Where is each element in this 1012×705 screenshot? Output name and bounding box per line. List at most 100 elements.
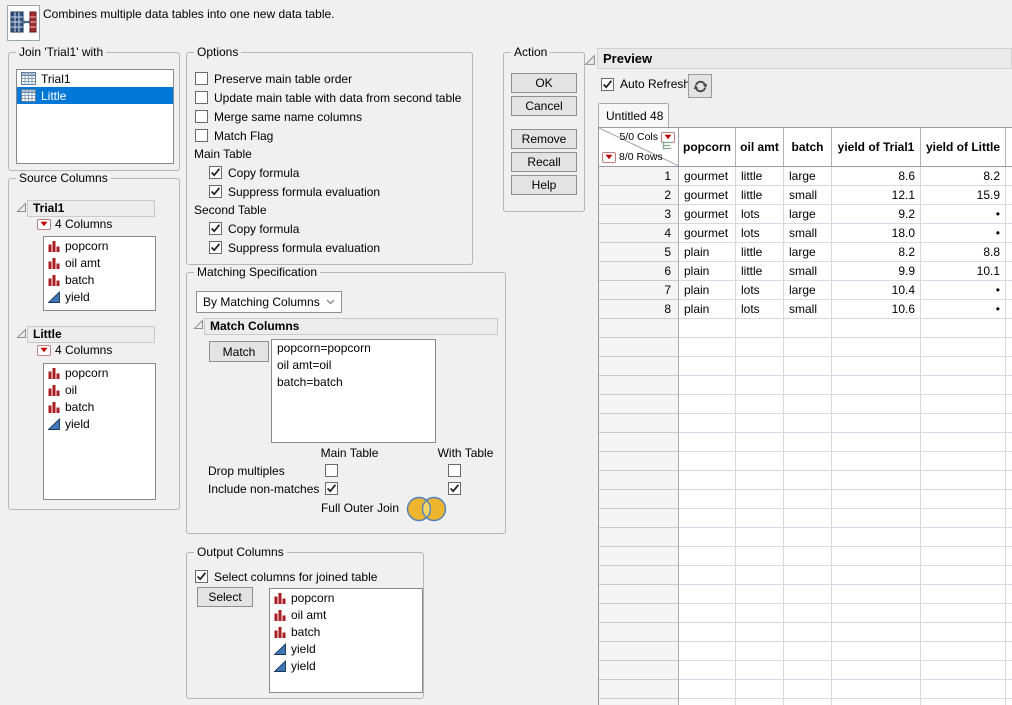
join-table-item[interactable]: Little <box>17 87 173 104</box>
table-cell: gourmet <box>679 167 736 186</box>
join-tables-icon-button[interactable] <box>7 5 40 41</box>
table-row-empty <box>599 490 1012 509</box>
table-cell <box>736 338 784 357</box>
column-name: popcorn <box>65 366 108 380</box>
option-checkbox[interactable] <box>209 185 222 198</box>
disclosure-triangle-icon[interactable] <box>16 202 27 213</box>
preview-column-header[interactable]: batch <box>784 128 832 166</box>
option-checkbox[interactable] <box>195 110 208 123</box>
table-cell: 9.2 <box>832 205 921 224</box>
preview-column-header[interactable]: yield of Little <box>921 128 1006 166</box>
source-columns-legend: Source Columns <box>16 171 111 185</box>
disclosure-triangle-icon[interactable] <box>16 328 27 339</box>
source-column-item[interactable]: batch <box>44 398 155 415</box>
table-cell <box>679 585 736 604</box>
source-column-item[interactable]: batch <box>44 271 155 288</box>
join-tables-icon <box>10 10 37 36</box>
source-column-item[interactable]: popcorn <box>44 364 155 381</box>
cancel-button[interactable]: Cancel <box>511 96 577 116</box>
match-pair-item[interactable]: batch=batch <box>272 374 435 391</box>
table-cell <box>736 357 784 376</box>
output-column-item[interactable]: yield <box>270 640 422 657</box>
check-mark <box>196 571 207 582</box>
source-column-item[interactable]: oil <box>44 381 155 398</box>
auto-refresh-row: Auto Refresh <box>601 77 690 91</box>
table-cell <box>784 319 832 338</box>
match-button[interactable]: Match <box>209 341 269 362</box>
table-cell <box>736 680 784 699</box>
refresh-button[interactable] <box>688 74 712 98</box>
output-columns-listbox: popcornoil amtbatchyieldyield <box>269 588 423 693</box>
match-with-checkbox[interactable] <box>448 482 461 495</box>
table-cell <box>921 680 1006 699</box>
red-menu-icon[interactable] <box>37 345 51 356</box>
source-column-item[interactable]: yield <box>44 288 155 305</box>
match-pair-item[interactable]: popcorn=popcorn <box>272 340 435 357</box>
source-column-item[interactable]: yield <box>44 415 155 432</box>
option-checkbox[interactable] <box>209 241 222 254</box>
help-button[interactable]: Help <box>511 175 577 195</box>
preview-column-header[interactable]: yield of Trial1 <box>832 128 921 166</box>
column-count-label: 4 Columns <box>55 343 112 357</box>
table-cell <box>736 604 784 623</box>
option-checkbox[interactable] <box>195 129 208 142</box>
table-cell <box>784 338 832 357</box>
option-checkbox[interactable] <box>195 91 208 104</box>
row-number-cell <box>599 433 679 452</box>
table-cell <box>784 642 832 661</box>
source-table-header[interactable]: Little <box>27 326 155 343</box>
preview-column-header[interactable]: popcorn <box>679 128 736 166</box>
source-column-item[interactable]: popcorn <box>44 237 155 254</box>
continuous-column-icon <box>48 291 60 303</box>
preview-tab[interactable]: Untitled 48 <box>598 103 669 127</box>
recall-button[interactable]: Recall <box>511 152 577 172</box>
table-cell <box>832 471 921 490</box>
preview-title-bar[interactable]: Preview <box>597 48 1012 69</box>
table-cell <box>784 585 832 604</box>
table-cell <box>832 433 921 452</box>
output-column-item[interactable]: batch <box>270 623 422 640</box>
check-mark <box>449 483 460 494</box>
output-column-item[interactable]: yield <box>270 657 422 674</box>
source-table-header[interactable]: Trial1 <box>27 200 155 217</box>
source-column-item[interactable]: oil amt <box>44 254 155 271</box>
match-main-checkbox[interactable] <box>325 482 338 495</box>
row-number-cell: 2 <box>599 186 679 205</box>
check-mark <box>210 167 221 178</box>
refresh-icon <box>693 79 708 94</box>
table-cell <box>921 642 1006 661</box>
select-columns-checkbox[interactable] <box>195 570 208 583</box>
match-pair-item[interactable]: oil amt=oil <box>272 357 435 374</box>
table-cell <box>679 471 736 490</box>
table-cell <box>832 680 921 699</box>
table-cell <box>679 433 736 452</box>
matching-method-dropdown[interactable]: By Matching Columns <box>196 291 342 313</box>
match-with-checkbox[interactable] <box>448 464 461 477</box>
option-checkbox[interactable] <box>195 72 208 85</box>
preview-disclosure-icon[interactable] <box>584 54 596 66</box>
disclosure-triangle-icon[interactable] <box>193 319 204 330</box>
red-menu-icon[interactable] <box>602 152 616 163</box>
check-mark <box>210 223 221 234</box>
table-cell <box>784 471 832 490</box>
option-checkbox[interactable] <box>209 166 222 179</box>
table-row-empty <box>599 414 1012 433</box>
ok-button[interactable]: OK <box>511 73 577 93</box>
table-cell <box>736 395 784 414</box>
output-column-item[interactable]: oil amt <box>270 606 422 623</box>
match-main-checkbox[interactable] <box>325 464 338 477</box>
option-label: Copy formula <box>228 222 299 236</box>
remove-button[interactable]: Remove <box>511 129 577 149</box>
match-columns-header[interactable]: Match Columns <box>204 318 498 335</box>
nominal-column-icon <box>274 626 286 638</box>
table-row-empty <box>599 699 1012 705</box>
select-button[interactable]: Select <box>197 587 253 607</box>
red-menu-icon[interactable] <box>37 219 51 230</box>
auto-refresh-checkbox[interactable] <box>601 78 614 91</box>
option-checkbox[interactable] <box>209 222 222 235</box>
output-column-item[interactable]: popcorn <box>270 589 422 606</box>
table-cell <box>736 319 784 338</box>
table-row-empty <box>599 471 1012 490</box>
join-table-item[interactable]: Trial1 <box>17 70 173 87</box>
preview-column-header[interactable]: oil amt <box>736 128 784 166</box>
